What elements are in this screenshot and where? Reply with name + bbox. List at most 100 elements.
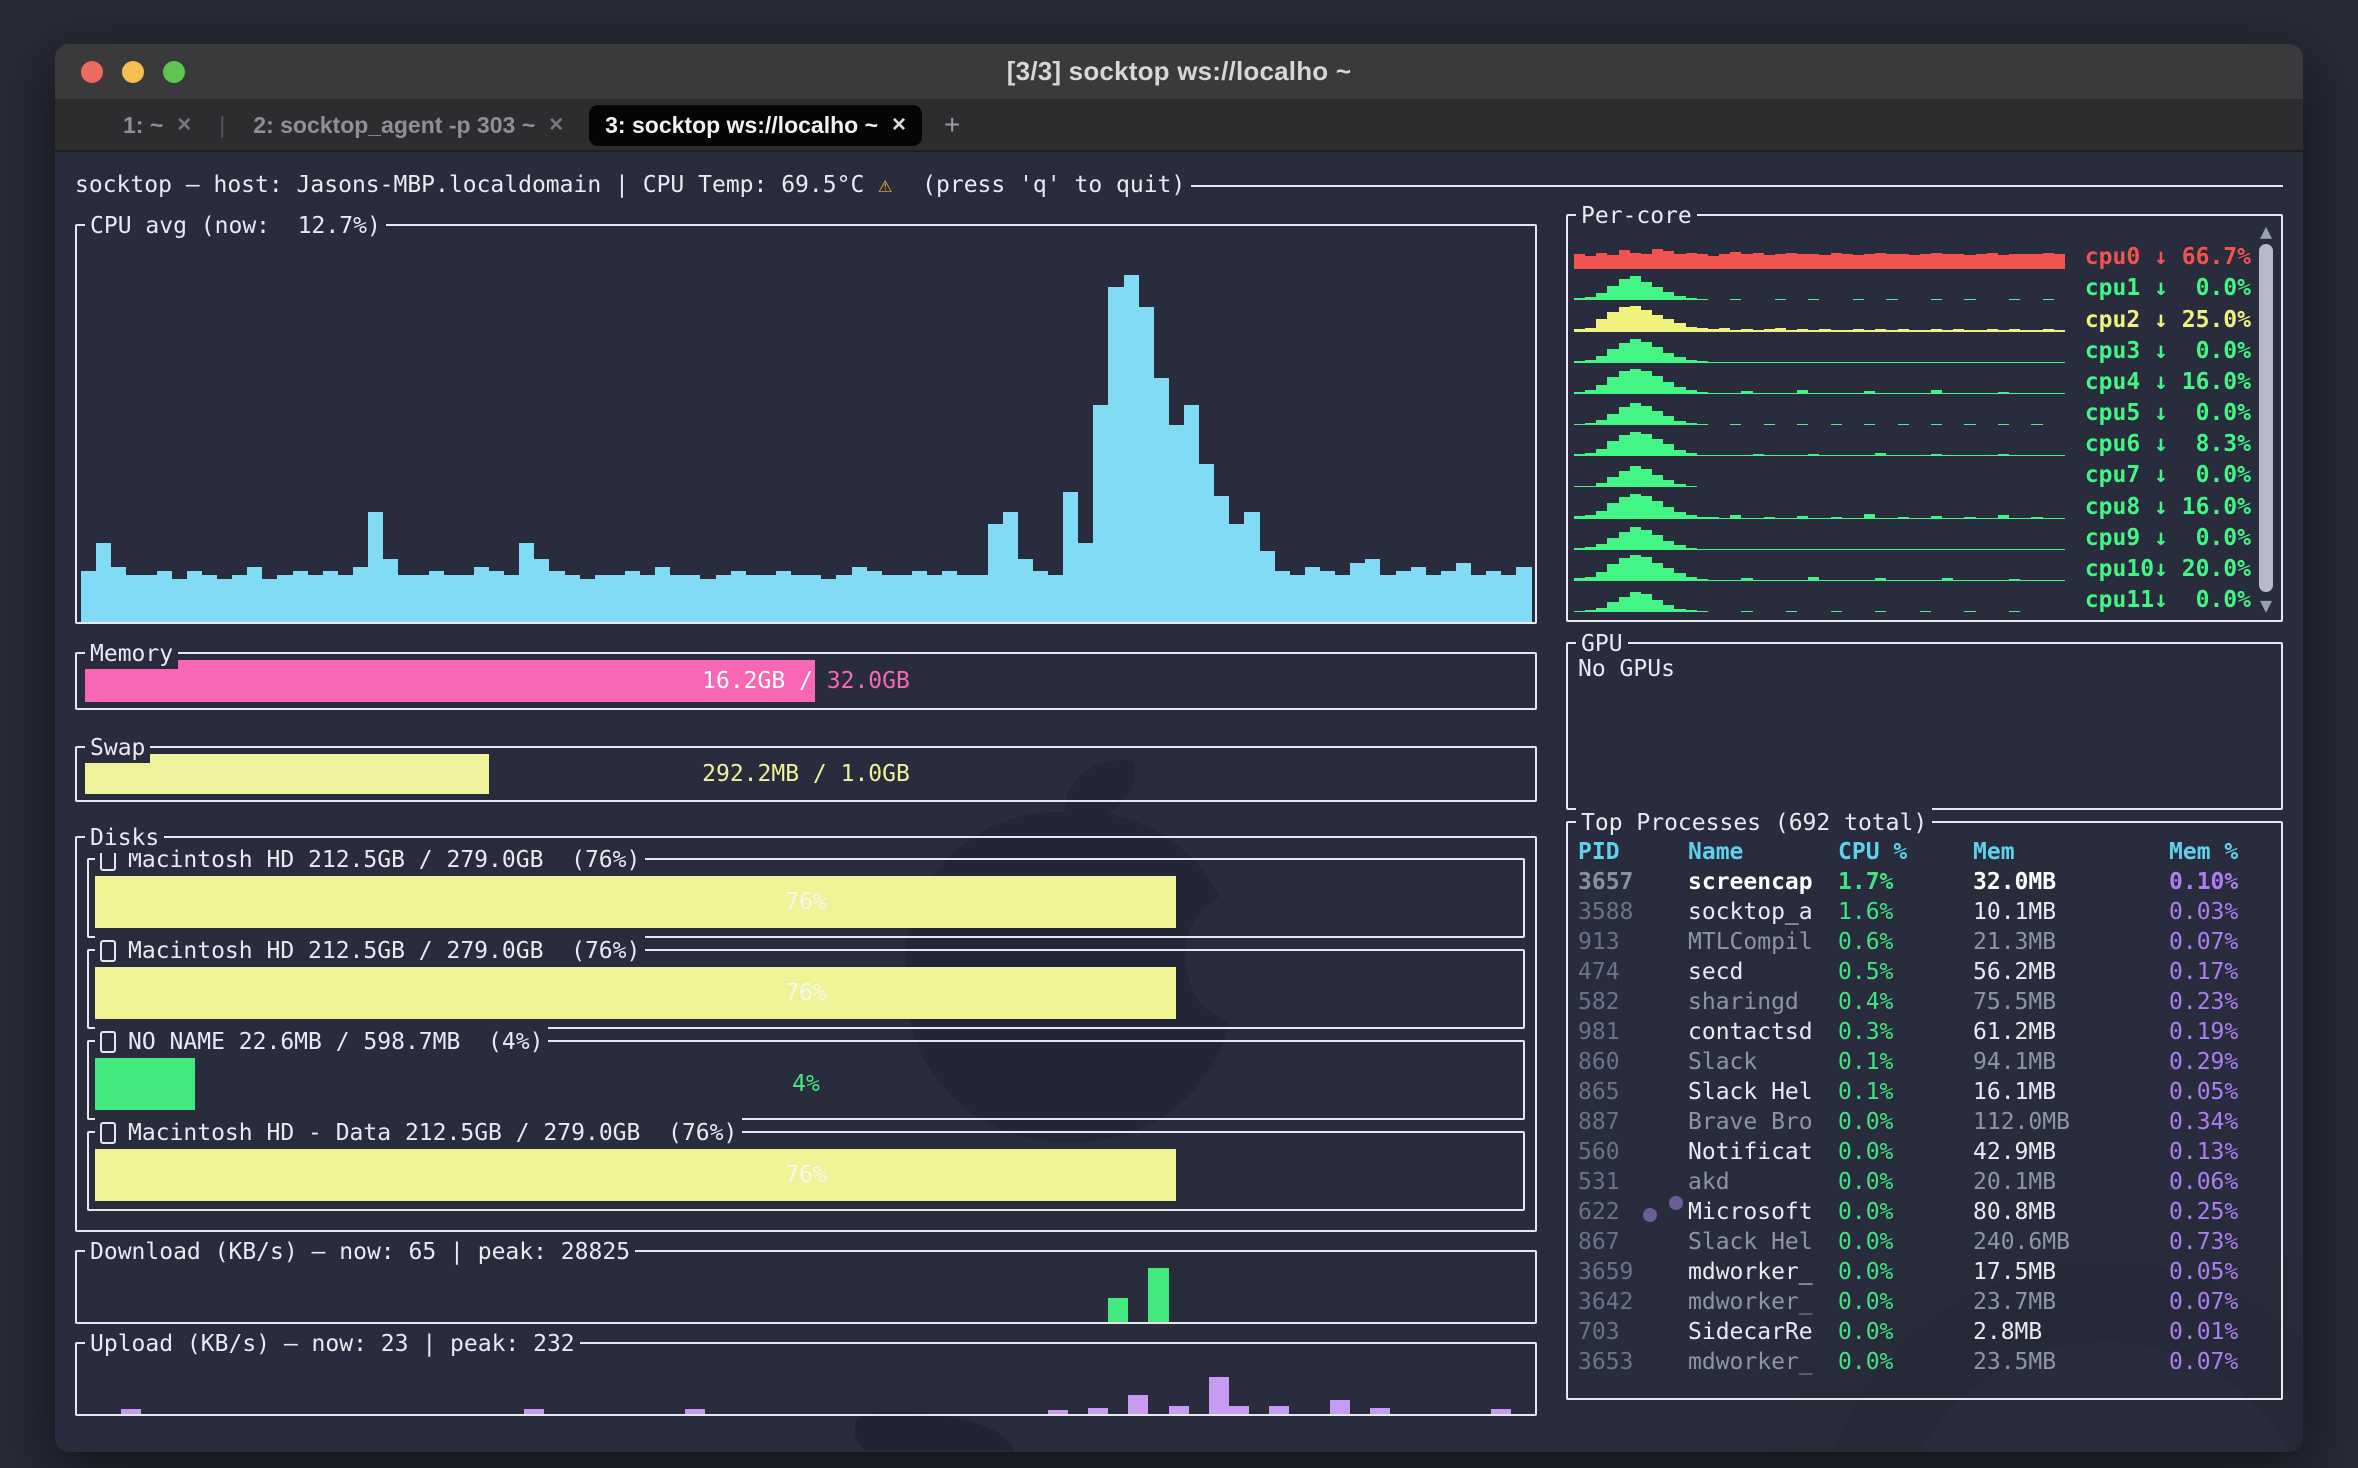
cpu-bar xyxy=(126,575,141,622)
spark-bar xyxy=(1619,250,1630,269)
spark-bar xyxy=(1842,254,1853,269)
spark-bar xyxy=(2020,254,2031,269)
spark-bar xyxy=(1976,254,1987,269)
core-name: cpu10 xyxy=(2085,558,2154,581)
cpu-bar xyxy=(1396,571,1411,622)
cpu-bar xyxy=(1350,563,1365,622)
arrow-down-icon: ↓ xyxy=(2154,589,2168,612)
process-cpu: 0.0% xyxy=(1838,1287,1973,1317)
spark-bar xyxy=(1619,471,1630,487)
cpu-bar xyxy=(972,575,987,622)
disk-icon xyxy=(100,1122,116,1144)
minimize-button[interactable] xyxy=(122,61,144,83)
core-sparkline xyxy=(1574,554,2065,581)
terminal-content[interactable]: socktop — host: Jasons-MBP.localdomain |… xyxy=(55,152,2303,1451)
spark-bar xyxy=(1641,406,1652,425)
process-mem: 61.2MB xyxy=(1973,1017,2169,1047)
spark-bar xyxy=(1619,343,1630,362)
disk-item-4: Macintosh HD - Data 212.5GB / 279.0GB (7… xyxy=(87,1131,1525,1211)
swap-meter: 292.2MB / 1.0GB xyxy=(85,754,1527,794)
spark-bar xyxy=(1998,612,2009,613)
process-name: Brave Bro xyxy=(1688,1107,1838,1137)
spark-bar xyxy=(1607,441,1618,456)
spark-bar xyxy=(1898,254,1909,270)
spark-bar xyxy=(1630,555,1641,580)
spark-bar xyxy=(1697,254,1708,269)
disk-icon xyxy=(100,1031,116,1053)
spark-bar xyxy=(1652,439,1663,456)
process-mem: 112.0MB xyxy=(1973,1107,2169,1137)
cpu-bar xyxy=(565,575,580,622)
window-titlebar[interactable]: [3/3] socktop ws://localho ~ xyxy=(55,44,2303,100)
process-pid: 531 xyxy=(1578,1167,1688,1197)
memory-total: 32.0GB xyxy=(827,666,910,696)
process-name: Slack Hel xyxy=(1688,1077,1838,1107)
core-name: cpu8 xyxy=(2085,496,2154,519)
cpu-bar xyxy=(655,567,670,622)
process-pid: 560 xyxy=(1578,1137,1688,1167)
spark-bar xyxy=(1663,507,1674,519)
process-mem-percent: 0.06% xyxy=(2169,1167,2273,1197)
new-tab-button[interactable]: + xyxy=(944,109,960,141)
spark-bar xyxy=(1909,255,1920,269)
scrollbar[interactable]: ▲ ▼ xyxy=(2255,220,2277,616)
cpu-bar xyxy=(504,575,519,622)
spark-bar xyxy=(1652,315,1663,332)
core-row-cpu4: cpu4↓16.0% xyxy=(1574,363,2251,394)
tab-1[interactable]: 1: ~ × xyxy=(107,105,207,146)
process-pid: 474 xyxy=(1578,957,1688,987)
cpu-bar xyxy=(1033,571,1048,622)
process-name: mdworker_ xyxy=(1688,1257,1838,1287)
scroll-down-icon[interactable]: ▼ xyxy=(2260,594,2272,616)
close-button[interactable] xyxy=(81,61,103,83)
col-name: Name xyxy=(1688,837,1838,867)
process-cpu: 0.0% xyxy=(1838,1227,1973,1257)
scroll-up-icon[interactable]: ▲ xyxy=(2260,220,2272,242)
process-row: 867Slack Hel0.0%240.6MB0.73% xyxy=(1578,1227,2273,1257)
spark-bar xyxy=(2054,612,2065,613)
spark-bar xyxy=(1931,253,1942,269)
zoom-button[interactable] xyxy=(163,61,185,83)
close-tab-icon[interactable]: × xyxy=(177,113,191,137)
close-tab-icon[interactable]: × xyxy=(549,113,563,137)
tab-label: 3: socktop ws://localho ~ xyxy=(605,112,878,139)
cpu-bar xyxy=(398,575,413,622)
spark-bar xyxy=(1775,612,1786,613)
disks-panel: Disks Macintosh HD 212.5GB / 279.0GB (76… xyxy=(75,836,1537,1232)
scroll-thumb[interactable] xyxy=(2259,244,2273,592)
spark-bar xyxy=(1630,432,1641,456)
spark-bar xyxy=(1708,612,1719,613)
arrow-down-icon: ↓ xyxy=(2154,277,2168,300)
core-sparkline xyxy=(1574,305,2065,332)
spark-bar xyxy=(1607,349,1618,362)
process-mem-percent: 0.10% xyxy=(2169,867,2273,897)
cpu-bar xyxy=(1441,571,1456,622)
spark-bar xyxy=(1674,573,1685,581)
spark-bar xyxy=(1641,434,1652,456)
tab-3[interactable]: 3: socktop ws://localho ~ × xyxy=(589,105,922,146)
spark-bar xyxy=(1607,564,1618,581)
spark-bar xyxy=(1630,494,1641,519)
spark-bar xyxy=(1976,612,1987,613)
spark-bar xyxy=(1663,568,1674,581)
process-pid: 913 xyxy=(1578,927,1688,957)
cpu-bar xyxy=(882,575,897,622)
spark-bar xyxy=(1641,282,1652,301)
spark-bar xyxy=(2020,612,2031,613)
close-tab-icon[interactable]: × xyxy=(892,113,906,137)
tab-label: 1: ~ xyxy=(123,112,163,139)
col-memp: Mem % xyxy=(2169,837,2273,867)
spark-bar xyxy=(1619,435,1630,456)
cpu-bar xyxy=(731,571,746,622)
upload-bar xyxy=(1088,1408,1108,1414)
process-mem: 2.8MB xyxy=(1973,1317,2169,1347)
process-table-header: PID Name CPU % Mem Mem % xyxy=(1578,837,2273,867)
download-title: Download (KB/s) — now: 65 | peak: 28825 xyxy=(85,1237,635,1267)
cpu-bar xyxy=(172,579,187,622)
cpu-bar xyxy=(262,579,277,622)
gpu-panel: GPU No GPUs xyxy=(1566,642,2283,810)
spark-bar xyxy=(1875,253,1886,270)
core-name: cpu1 xyxy=(2085,277,2154,300)
tab-2[interactable]: 2: socktop_agent -p 303 ~× xyxy=(237,105,579,146)
arrow-down-icon: ↓ xyxy=(2154,246,2168,269)
